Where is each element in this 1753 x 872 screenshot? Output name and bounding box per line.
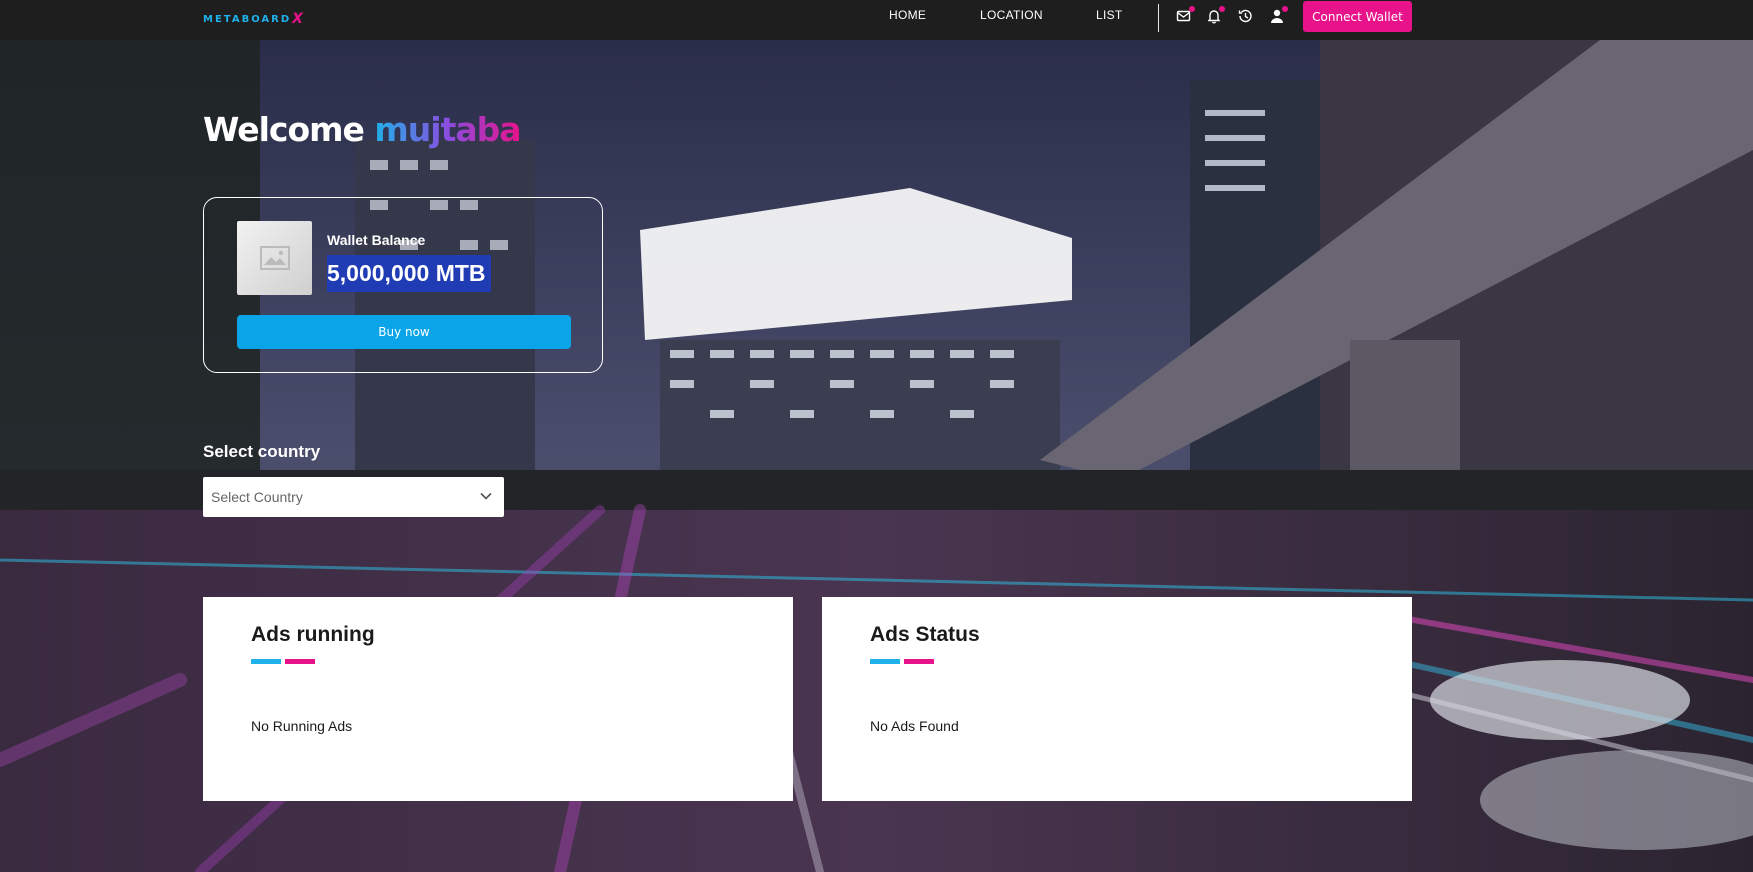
wallet-image-placeholder: [237, 221, 312, 295]
title-underline-pink: [904, 659, 934, 664]
ads-running-empty-message: No Running Ads: [251, 718, 353, 734]
wallet-card: Wallet Balance 5,000,000 MTB Buy now: [203, 197, 603, 373]
top-navbar: METABOARD X HOME LOCATION LIST Connect Wa…: [0, 0, 1753, 40]
country-select[interactable]: Select Country: [203, 477, 504, 517]
welcome-greeting: Welcome: [203, 110, 365, 149]
brand-logo[interactable]: METABOARD X: [203, 11, 305, 27]
nav-location[interactable]: LOCATION: [980, 8, 1043, 22]
user-icon[interactable]: [1269, 6, 1288, 26]
wallet-balance-value: 5,000,000 MTB: [327, 255, 491, 292]
wallet-balance-label: Wallet Balance: [327, 232, 426, 248]
logo-x: X: [292, 11, 305, 27]
ads-status-empty-message: No Ads Found: [870, 718, 959, 734]
ads-running-title: Ads running: [251, 623, 375, 646]
welcome-heading: Welcome mujtaba: [203, 110, 522, 149]
chevron-down-icon: [480, 492, 492, 500]
connect-wallet-button[interactable]: Connect Wallet: [1303, 1, 1412, 32]
buy-now-button[interactable]: Buy now: [237, 315, 571, 349]
image-icon: [259, 246, 290, 270]
title-underline-pink: [285, 659, 315, 664]
history-icon[interactable]: [1237, 8, 1255, 26]
ads-status-panel: Ads Status No Ads Found: [822, 597, 1412, 801]
ads-status-title: Ads Status: [870, 623, 980, 646]
nav-home[interactable]: HOME: [889, 8, 926, 22]
select-country-label: Select country: [203, 442, 321, 461]
bell-notification-dot: [1219, 6, 1225, 12]
ads-running-panel: Ads running No Running Ads: [203, 597, 793, 801]
mail-icon[interactable]: [1176, 6, 1195, 26]
nav-divider: [1158, 4, 1159, 32]
welcome-username: mujtaba: [374, 110, 521, 149]
nav-list[interactable]: LIST: [1096, 8, 1123, 22]
title-underline-blue: [870, 659, 900, 664]
bell-icon[interactable]: [1206, 6, 1225, 26]
title-underline-blue: [251, 659, 281, 664]
user-notification-dot: [1282, 6, 1288, 12]
logo-text: METABOARD: [203, 13, 292, 25]
mail-notification-dot: [1189, 6, 1195, 12]
country-select-placeholder: Select Country: [211, 489, 303, 505]
